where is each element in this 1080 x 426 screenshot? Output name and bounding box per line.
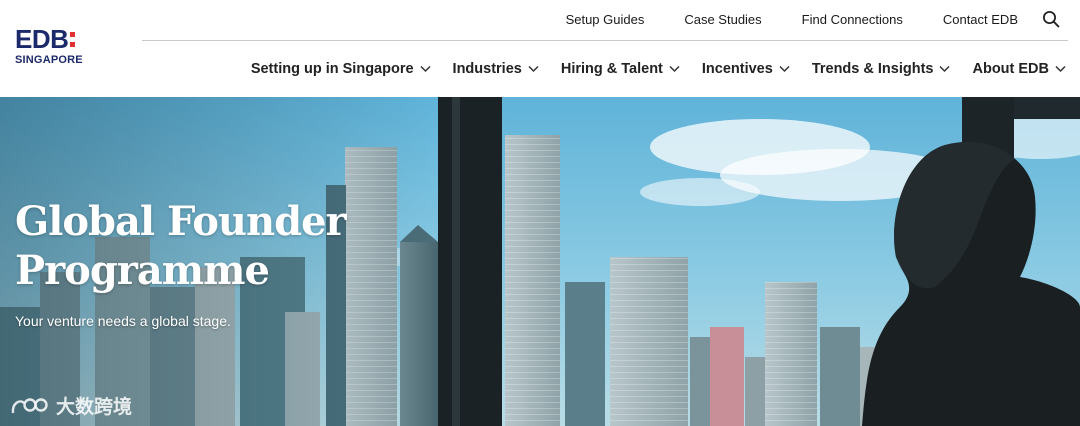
- nav-item-industries[interactable]: Industries: [453, 61, 539, 77]
- logo-wordmark: EDB: [15, 24, 69, 54]
- chevron-down-icon: [939, 65, 951, 73]
- site-header: EDB SINGAPORE Setup Guides Case Studies …: [0, 0, 1080, 97]
- chevron-down-icon: [1055, 65, 1066, 73]
- watermark-text: 大数跨境: [56, 397, 133, 418]
- nav-item-hiring-talent[interactable]: Hiring & Talent: [561, 61, 680, 77]
- nav-item-setting-up[interactable]: Setting up in Singapore: [251, 61, 431, 77]
- hero-title: Global Founder Programme: [15, 197, 355, 295]
- header-divider: [142, 40, 1068, 41]
- nav-item-trends-insights[interactable]: Trends & Insights: [812, 61, 951, 77]
- main-nav: Setting up in Singapore Industries Hirin…: [251, 58, 1066, 80]
- nav-item-label: Setting up in Singapore: [250, 61, 414, 77]
- hero-title-line-2: Programme: [15, 247, 270, 294]
- nav-item-label: Industries: [452, 61, 522, 77]
- edb-logo[interactable]: EDB SINGAPORE: [15, 26, 95, 70]
- logo-dots: [70, 31, 76, 47]
- hero-title-line-1: Global Founder: [15, 198, 347, 245]
- watermark-logo-icon: [11, 397, 48, 413]
- utility-link-find-connections[interactable]: Find Connections: [802, 12, 903, 27]
- chevron-down-icon: [420, 65, 431, 73]
- hero-subtitle: Your venture needs a global stage.: [15, 313, 231, 329]
- nav-item-incentives[interactable]: Incentives: [702, 61, 790, 77]
- chevron-down-icon: [779, 65, 790, 73]
- chevron-down-icon: [669, 65, 680, 73]
- logo-subtitle: SINGAPORE: [15, 54, 83, 66]
- nav-item-label: Incentives: [701, 61, 773, 77]
- chevron-down-icon: [528, 65, 539, 73]
- nav-item-about-edb[interactable]: About EDB: [972, 61, 1066, 77]
- hero-banner: Global Founder Programme Your venture ne…: [0, 97, 1080, 426]
- utility-link-contact-edb[interactable]: Contact EDB: [943, 12, 1018, 27]
- nav-item-label: Trends & Insights: [811, 61, 934, 77]
- nav-item-label: Hiring & Talent: [560, 61, 663, 77]
- utility-nav: Setup Guides Case Studies Find Connectio…: [566, 9, 1080, 29]
- search-icon[interactable]: [1042, 10, 1060, 28]
- utility-link-case-studies[interactable]: Case Studies: [684, 12, 761, 27]
- watermark: 大数跨境: [10, 392, 132, 419]
- nav-item-label: About EDB: [972, 61, 1049, 77]
- utility-link-setup-guides[interactable]: Setup Guides: [566, 12, 645, 27]
